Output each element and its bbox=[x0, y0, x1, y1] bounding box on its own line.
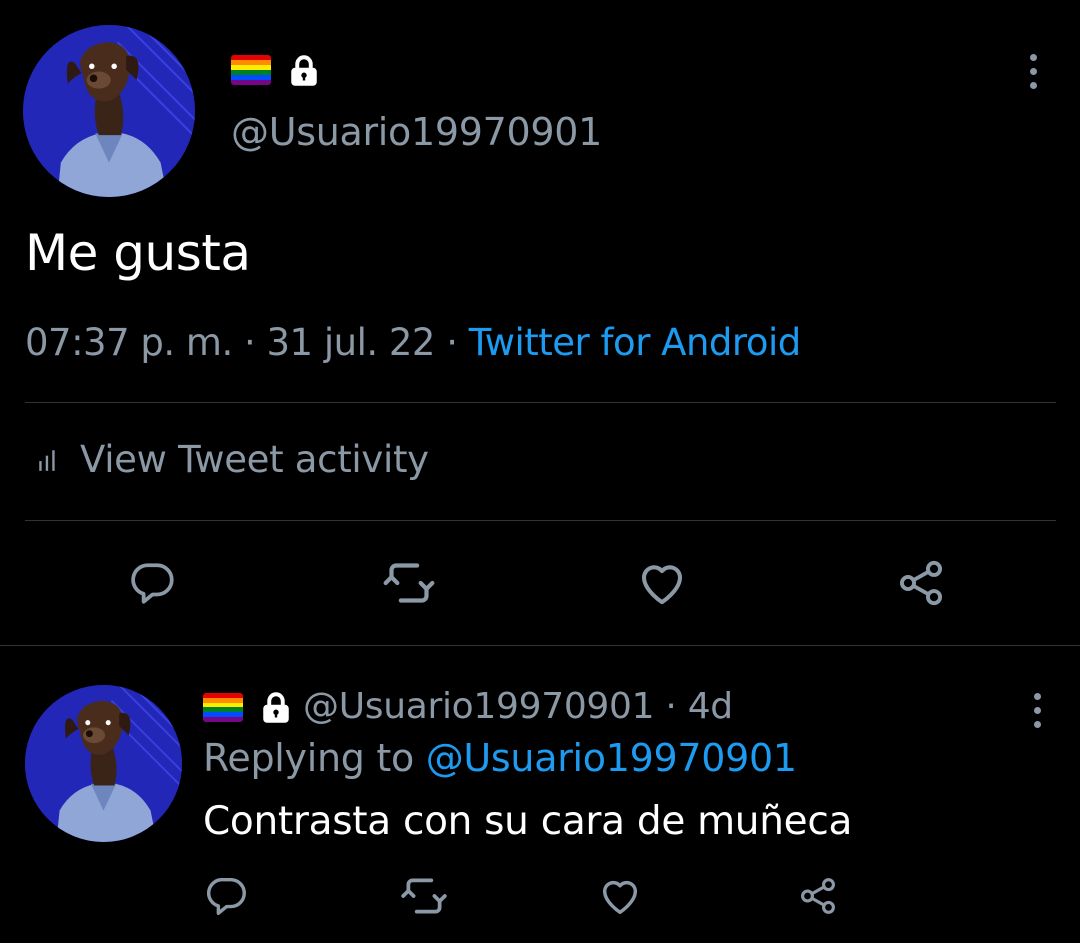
dog-avatar-image bbox=[23, 25, 195, 197]
main-handle[interactable]: @Usuario19970901 bbox=[231, 110, 602, 154]
retweet-button[interactable] bbox=[380, 556, 438, 610]
divider bbox=[25, 402, 1056, 403]
reply-icon bbox=[204, 873, 250, 919]
reply-retweet-button[interactable] bbox=[398, 873, 450, 919]
lock-icon bbox=[286, 52, 322, 88]
replying-prefix: Replying to bbox=[203, 736, 426, 780]
share-button[interactable] bbox=[894, 556, 948, 610]
tweet-meta: 07:37 p. m. · 31 jul. 22 · Twitter for A… bbox=[25, 321, 801, 364]
meta-separator: · bbox=[434, 321, 469, 364]
main-avatar[interactable] bbox=[23, 25, 195, 197]
main-tweet-text: Me gusta bbox=[25, 224, 251, 282]
reply-handle[interactable]: @Usuario19970901 bbox=[303, 686, 655, 727]
reply-avatar[interactable] bbox=[25, 685, 182, 842]
lock-icon bbox=[258, 689, 294, 725]
view-tweet-activity-button[interactable]: View Tweet activity bbox=[36, 438, 429, 481]
tweet-source-link[interactable]: Twitter for Android bbox=[469, 321, 801, 364]
like-icon bbox=[635, 556, 689, 610]
reply-header: @Usuario19970901 · 4d bbox=[303, 686, 733, 727]
replying-to-mention[interactable]: @Usuario19970901 bbox=[426, 736, 797, 780]
view-tweet-activity-label: View Tweet activity bbox=[80, 438, 429, 481]
main-more-options-icon[interactable] bbox=[1030, 54, 1037, 89]
reply-share-button[interactable] bbox=[796, 873, 840, 919]
meta-separator: · bbox=[232, 321, 267, 364]
replying-to-line: Replying to @Usuario19970901 bbox=[203, 736, 797, 780]
divider bbox=[25, 520, 1056, 521]
tweet-time: 07:37 p. m. bbox=[25, 321, 233, 364]
section-divider bbox=[0, 645, 1080, 646]
like-button[interactable] bbox=[634, 556, 690, 610]
reply-icon bbox=[128, 558, 178, 608]
reply-button[interactable] bbox=[126, 556, 180, 610]
retweet-icon bbox=[381, 555, 437, 611]
dog-avatar-image bbox=[25, 685, 182, 842]
reply-like-button[interactable] bbox=[596, 873, 644, 919]
reply-reply-button[interactable] bbox=[203, 873, 251, 919]
rainbow-flag-icon bbox=[231, 55, 271, 85]
retweet-icon bbox=[399, 871, 449, 921]
rainbow-flag-icon bbox=[203, 693, 243, 722]
reply-tweet-text: Contrasta con su cara de muñeca bbox=[203, 799, 853, 844]
like-icon bbox=[597, 873, 643, 919]
bar-chart-icon bbox=[36, 445, 62, 475]
tweet-date: 31 jul. 22 bbox=[266, 321, 436, 364]
share-icon bbox=[895, 557, 947, 609]
header-separator: · bbox=[654, 686, 688, 727]
reply-more-options-icon[interactable] bbox=[1034, 693, 1041, 728]
share-icon bbox=[797, 875, 839, 917]
reply-age: 4d bbox=[687, 686, 733, 727]
